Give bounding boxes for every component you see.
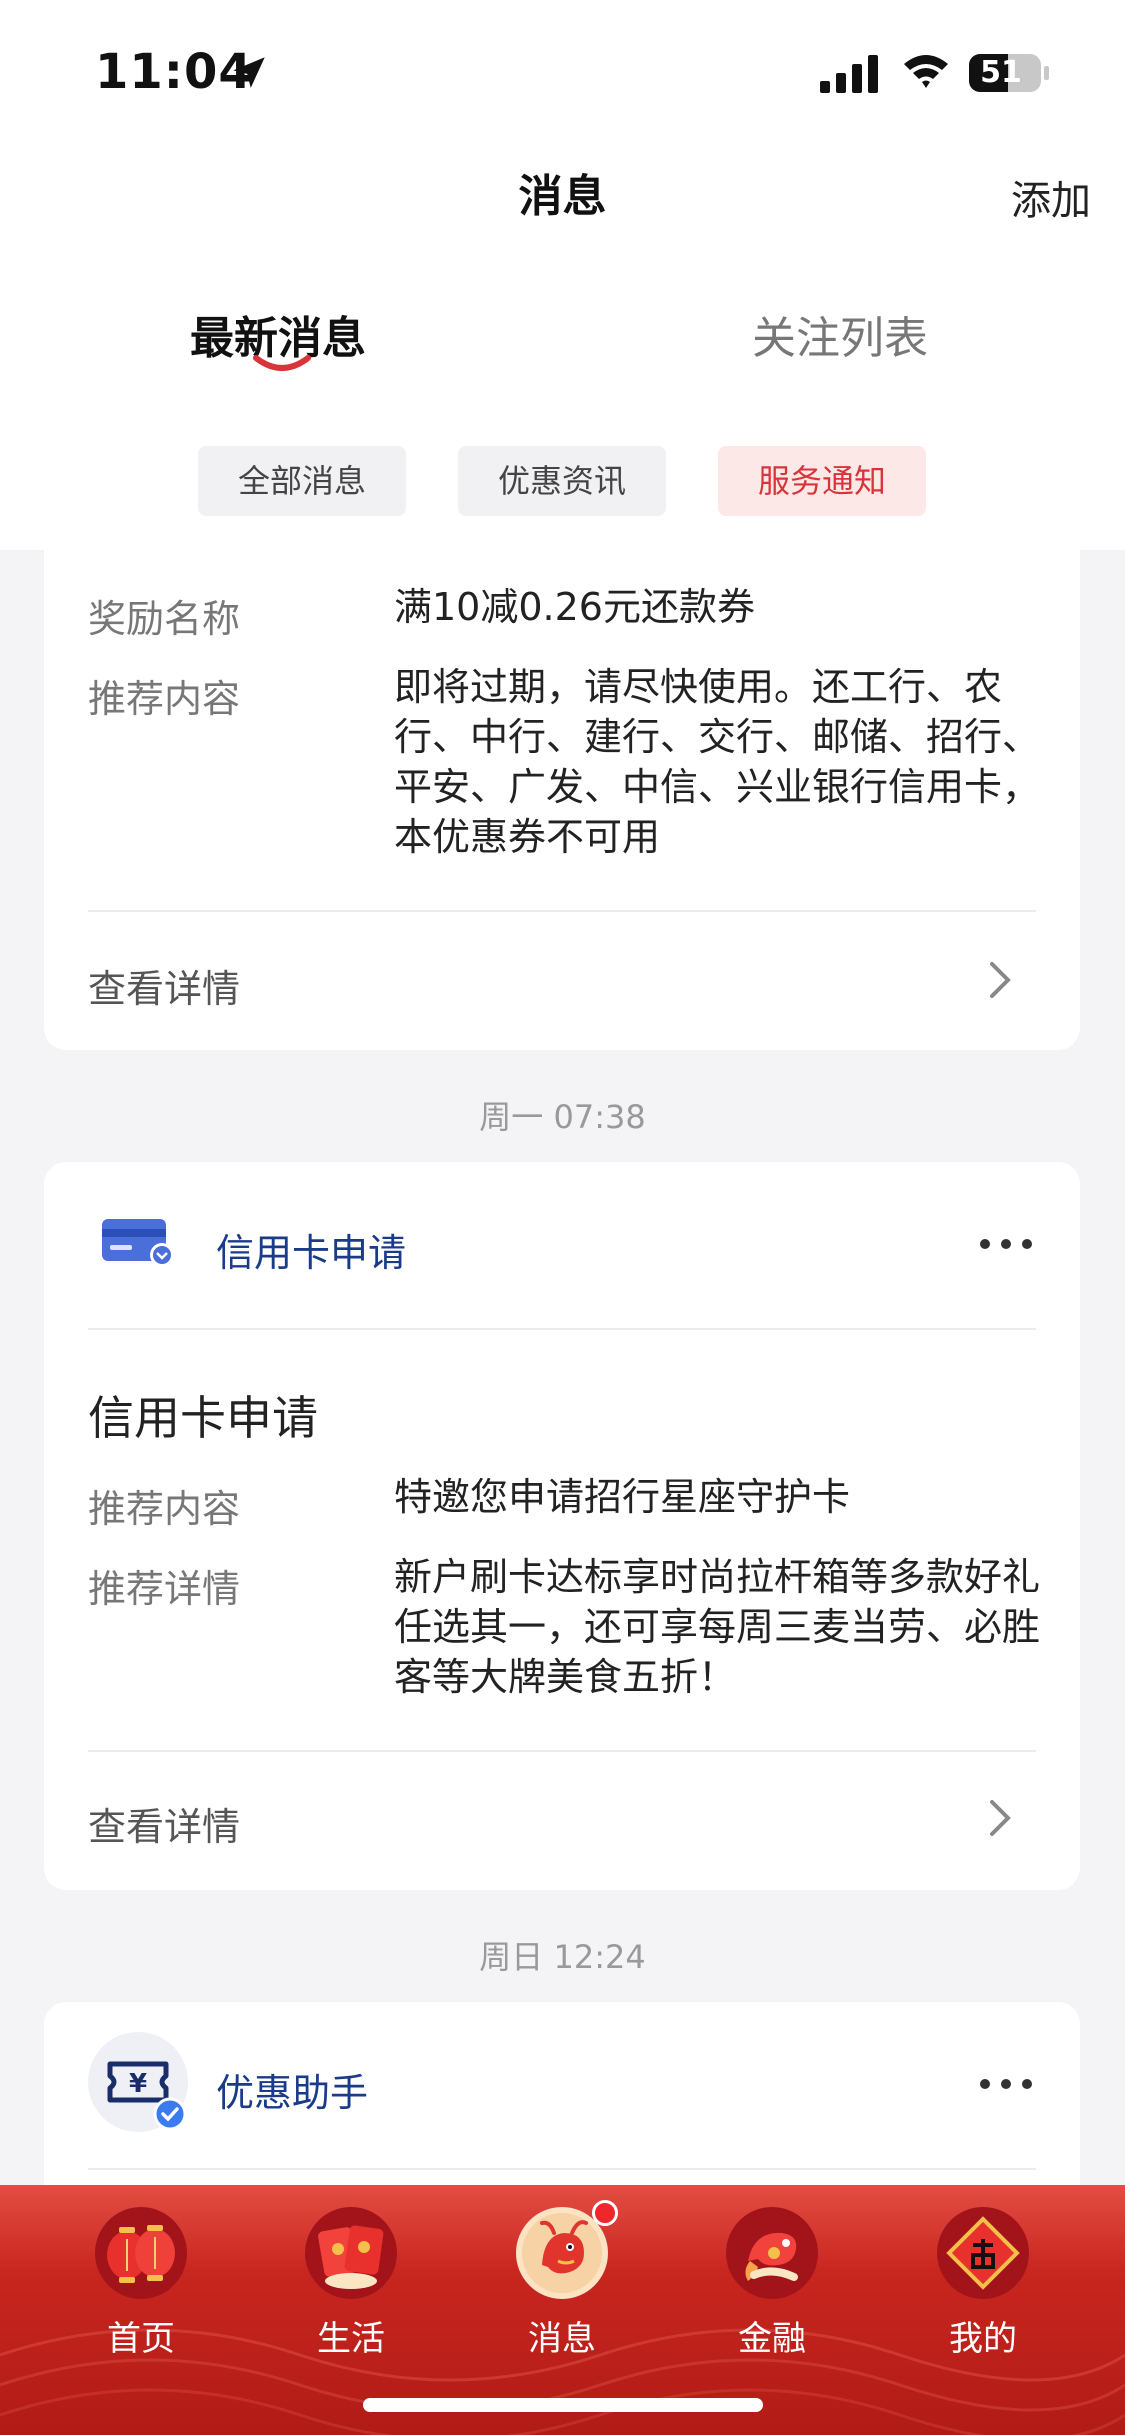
- koi-icon: [726, 2207, 818, 2299]
- message-source-name[interactable]: 信用卡申请: [216, 1222, 406, 1277]
- message-card-credit-application: 信用卡申请 信用卡申请 推荐内容 特邀您申请招行星座守护卡 推荐详情 新户刷卡达…: [44, 1162, 1080, 1890]
- message-timestamp: 周一 07:38: [479, 1098, 646, 1136]
- lantern-icon: [95, 2207, 187, 2299]
- tabbar-item-home[interactable]: 首页: [61, 2205, 221, 2405]
- home-indicator[interactable]: [363, 2398, 763, 2412]
- divider: [88, 1750, 1036, 1752]
- message-card-coupon: 奖励名称 满10减0.26元还款券 推荐内容 即将过期，请尽快使用。还工行、农行…: [44, 530, 1080, 1050]
- recommend-content-value: 即将过期，请尽快使用。还工行、农行、中行、建行、交行、邮储、招行、平安、广发、中…: [394, 665, 1041, 859]
- view-details-link[interactable]: 查看详情: [88, 958, 240, 1013]
- recommend-details-label: 推荐详情: [88, 1567, 241, 1611]
- divider: [88, 1328, 1036, 1330]
- recommend-content-label: 推荐内容: [88, 677, 241, 721]
- tab-follow-list[interactable]: 关注列表: [752, 302, 928, 366]
- filter-promotions[interactable]: 优惠资讯: [458, 446, 666, 516]
- svg-text:¥: ¥: [129, 2069, 147, 2099]
- status-bar: 11:04 51: [0, 0, 1125, 140]
- red-envelope-icon: [305, 2207, 397, 2299]
- messages-unread-badge: [592, 2200, 618, 2226]
- tabbar-item-messages[interactable]: 消息: [482, 2205, 642, 2405]
- filter-service-notices[interactable]: 服务通知: [718, 446, 926, 516]
- recommend-content-value: 特邀您申请招行星座守护卡: [394, 1475, 851, 1519]
- add-button[interactable]: 添加: [1011, 168, 1091, 226]
- tabbar-label: 我的: [949, 2319, 1017, 2359]
- tabbar-label: 生活: [317, 2319, 385, 2359]
- credit-card-icon: [102, 1219, 174, 1267]
- divider: [88, 2168, 1036, 2170]
- battery-level: 51: [980, 55, 1022, 90]
- recommend-content-label: 推荐内容: [88, 1487, 241, 1531]
- message-source-name[interactable]: 优惠助手: [216, 2062, 368, 2117]
- divider: [88, 910, 1036, 912]
- tabbar-item-mine[interactable]: 我的: [903, 2205, 1063, 2405]
- view-details-link[interactable]: 查看详情: [88, 1796, 240, 1851]
- fu-icon: [937, 2207, 1029, 2299]
- chevron-right-icon[interactable]: [988, 1796, 1014, 1840]
- header-area: 11:04 51 消息 添加 最新消息 关注列表 全部消息 优惠资讯 服务通知: [0, 0, 1125, 550]
- page-title: 消息: [518, 171, 607, 222]
- location-arrow-icon: [233, 57, 265, 88]
- coupon-helper-avatar-icon: ¥: [88, 2032, 188, 2132]
- active-tab-indicator: [253, 355, 311, 371]
- more-options-icon[interactable]: [978, 2077, 1034, 2091]
- filter-all-messages[interactable]: 全部消息: [198, 446, 406, 516]
- tabbar-item-life[interactable]: 生活: [271, 2205, 431, 2405]
- tabbar-item-finance[interactable]: 金融: [692, 2205, 852, 2405]
- reward-name-label: 奖励名称: [88, 597, 241, 641]
- reward-name-value: 满10减0.26元还款券: [394, 585, 755, 629]
- recommend-details-value: 新户刷卡达标享时尚拉杆箱等多款好礼任选其一，还可享每周三麦当劳、必胜客等大牌美食…: [394, 1555, 1041, 1699]
- wifi-icon: [904, 55, 948, 88]
- more-options-icon[interactable]: [978, 1237, 1034, 1251]
- tabbar-label: 首页: [107, 2319, 175, 2359]
- tabbar-label: 金融: [738, 2319, 806, 2359]
- message-timestamp: 周日 12:24: [479, 1938, 646, 1976]
- tabbar-label: 消息: [528, 2319, 596, 2359]
- chevron-right-icon[interactable]: [988, 958, 1014, 1002]
- message-title: 信用卡申请: [88, 1391, 318, 1445]
- cellular-signal-icon: [820, 55, 878, 93]
